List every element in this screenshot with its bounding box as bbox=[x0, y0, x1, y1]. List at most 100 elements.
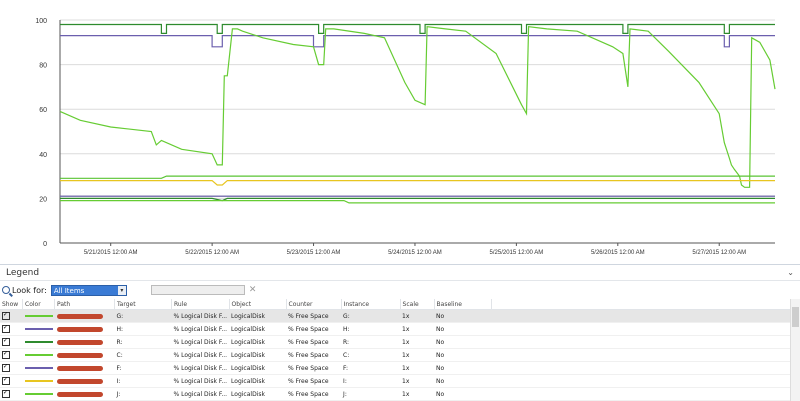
color-swatch bbox=[24, 341, 53, 343]
counter-text: % Free Space bbox=[288, 377, 329, 385]
chevron-down-icon[interactable]: ⌄ bbox=[787, 268, 794, 277]
column-header-rule[interactable]: Rule bbox=[171, 299, 230, 310]
target-cell: I: bbox=[114, 374, 172, 388]
instance-cell: I: bbox=[341, 374, 401, 388]
legend-row[interactable]: G: % Logical Disk F...LogicalDisk % Free S… bbox=[0, 309, 790, 323]
column-header-counter[interactable]: Counter bbox=[286, 299, 342, 310]
legend-row[interactable]: H: % Logical Disk F...LogicalDisk % Free S… bbox=[0, 322, 790, 336]
color-swatch bbox=[24, 328, 53, 330]
scale-cell: 1x bbox=[400, 309, 435, 323]
path-cell bbox=[54, 361, 115, 375]
column-header-instance[interactable]: Instance bbox=[341, 299, 401, 310]
instance-cell: H: bbox=[341, 322, 401, 336]
column-header-baseline[interactable]: Baseline bbox=[434, 299, 492, 310]
legend-row[interactable]: R: % Logical Disk F...LogicalDisk % Free S… bbox=[0, 335, 790, 349]
baseline-cell: No bbox=[434, 309, 492, 323]
object-text: LogicalDisk bbox=[231, 338, 265, 346]
scale-cell: 1x bbox=[400, 348, 435, 362]
redacted-path bbox=[56, 326, 103, 332]
filler-cell bbox=[491, 348, 790, 362]
color-cell bbox=[22, 361, 55, 375]
column-header-color[interactable]: Color bbox=[22, 299, 55, 310]
object-cell: LogicalDisk bbox=[229, 348, 287, 362]
close-icon[interactable]: ✕ bbox=[249, 285, 257, 295]
column-header-object[interactable]: Object bbox=[229, 299, 287, 310]
vertical-scrollbar[interactable] bbox=[790, 299, 800, 401]
legend-header[interactable]: Legend ⌄ bbox=[0, 265, 800, 281]
redacted-path bbox=[56, 352, 103, 358]
object-cell: LogicalDisk bbox=[229, 361, 287, 375]
baseline-text: No bbox=[436, 364, 445, 372]
show-checkbox[interactable] bbox=[2, 311, 10, 320]
scrollbar-thumb[interactable] bbox=[792, 307, 799, 327]
instance-text: G: bbox=[343, 312, 350, 320]
redacted-path bbox=[56, 313, 103, 319]
rule-cell: % Logical Disk F... bbox=[171, 387, 230, 401]
column-header-target[interactable]: Target bbox=[114, 299, 172, 310]
color-cell bbox=[22, 348, 55, 362]
legend-row[interactable]: J: % Logical Disk F...LogicalDisk % Free S… bbox=[0, 387, 790, 401]
rule-text: % Logical Disk F... bbox=[173, 377, 228, 385]
redacted-path bbox=[56, 378, 103, 384]
rule-text: % Logical Disk F... bbox=[173, 390, 228, 398]
counter-cell: % Free Space bbox=[286, 322, 342, 336]
target-cell: C: bbox=[114, 348, 172, 362]
legend-rows: G:% Logical Disk F...LogicalDisk% Free S… bbox=[0, 309, 790, 401]
baseline-text: No bbox=[436, 325, 445, 333]
series-line bbox=[60, 200, 775, 204]
baseline-text: No bbox=[436, 338, 445, 346]
legend-row[interactable]: I: % Logical Disk F...LogicalDisk % Free S… bbox=[0, 374, 790, 388]
redacted-path bbox=[56, 339, 103, 345]
performance-chart[interactable]: 0 20 40 60 80 100 5/21/2015 12:00 AM 5/22/2015 … bbox=[0, 0, 800, 262]
target-cell: F: bbox=[114, 361, 172, 375]
color-cell bbox=[22, 309, 55, 323]
y-tick-label: 80 bbox=[39, 63, 47, 70]
legend-row[interactable]: F: % Logical Disk F...LogicalDisk % Free S… bbox=[0, 361, 790, 375]
object-cell: LogicalDisk bbox=[229, 387, 287, 401]
show-checkbox[interactable] bbox=[2, 324, 10, 333]
legend-row[interactable]: C: % Logical Disk F...LogicalDisk % Free S… bbox=[0, 348, 790, 362]
show-cell bbox=[0, 335, 23, 349]
object-text: LogicalDisk bbox=[231, 312, 265, 320]
target-text: I: bbox=[116, 377, 121, 385]
rule-cell: % Logical Disk F... bbox=[171, 361, 230, 375]
show-checkbox[interactable] bbox=[2, 337, 10, 346]
filler-cell bbox=[491, 374, 790, 388]
instance-text: R: bbox=[343, 338, 350, 346]
lookfor-label: Look for: bbox=[12, 285, 47, 295]
instance-text: F: bbox=[343, 364, 349, 372]
scale-cell: 1x bbox=[400, 374, 435, 388]
search-input[interactable] bbox=[150, 285, 245, 295]
object-text: LogicalDisk bbox=[231, 325, 265, 333]
rule-text: % Logical Disk F... bbox=[173, 312, 228, 320]
counter-text: % Free Space bbox=[288, 351, 329, 359]
instance-text: J: bbox=[343, 390, 347, 398]
show-checkbox[interactable] bbox=[2, 350, 10, 359]
column-header-path[interactable]: Path bbox=[54, 299, 115, 310]
redacted-path bbox=[56, 391, 103, 397]
target-cell: J: bbox=[114, 387, 172, 401]
scale-text: 1x bbox=[402, 338, 410, 346]
legend-title: Legend bbox=[6, 267, 40, 278]
rule-cell: % Logical Disk F... bbox=[171, 348, 230, 362]
scale-text: 1x bbox=[402, 312, 410, 320]
y-tick-label: 40 bbox=[39, 152, 47, 159]
show-cell bbox=[0, 348, 23, 362]
scale-cell: 1x bbox=[400, 335, 435, 349]
scale-text: 1x bbox=[402, 390, 410, 398]
show-checkbox[interactable] bbox=[2, 389, 10, 398]
show-checkbox[interactable] bbox=[2, 363, 10, 372]
baseline-cell: No bbox=[434, 348, 492, 362]
target-text: F: bbox=[116, 364, 122, 372]
target-cell: H: bbox=[114, 322, 172, 336]
dropdown-arrow-icon[interactable]: ▾ bbox=[117, 285, 126, 295]
show-cell bbox=[0, 361, 23, 375]
counter-text: % Free Space bbox=[288, 312, 329, 320]
lookfor-select[interactable]: All Items ▾ bbox=[50, 284, 127, 296]
column-header-show[interactable]: Show bbox=[0, 299, 23, 310]
column-header-scale[interactable]: Scale bbox=[400, 299, 435, 310]
show-checkbox[interactable] bbox=[2, 376, 10, 385]
instance-cell: R: bbox=[341, 335, 401, 349]
color-cell bbox=[22, 322, 55, 336]
instance-text: H: bbox=[343, 325, 350, 333]
